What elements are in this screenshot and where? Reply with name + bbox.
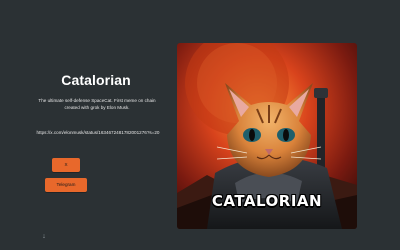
hero-section: Catalorian The ultimate self-defense Spa…	[0, 0, 400, 250]
telegram-button[interactable]: Telegram	[45, 178, 87, 192]
hero-image: CATALORIAN	[177, 43, 357, 229]
artwork-caption: CATALORIAN	[211, 192, 323, 210]
x-button[interactable]: X	[52, 158, 80, 172]
page-title: Catalorian	[61, 72, 131, 88]
tweet-link[interactable]: https://x.com/elonmusk/status/1634672481…	[36, 129, 160, 136]
hero-text-column: Catalorian The ultimate self-defense Spa…	[28, 0, 164, 250]
hero-description: The ultimate self-defense SpaceCat. Firs…	[38, 98, 156, 111]
arrow-down-icon[interactable]: ↓	[40, 232, 48, 242]
